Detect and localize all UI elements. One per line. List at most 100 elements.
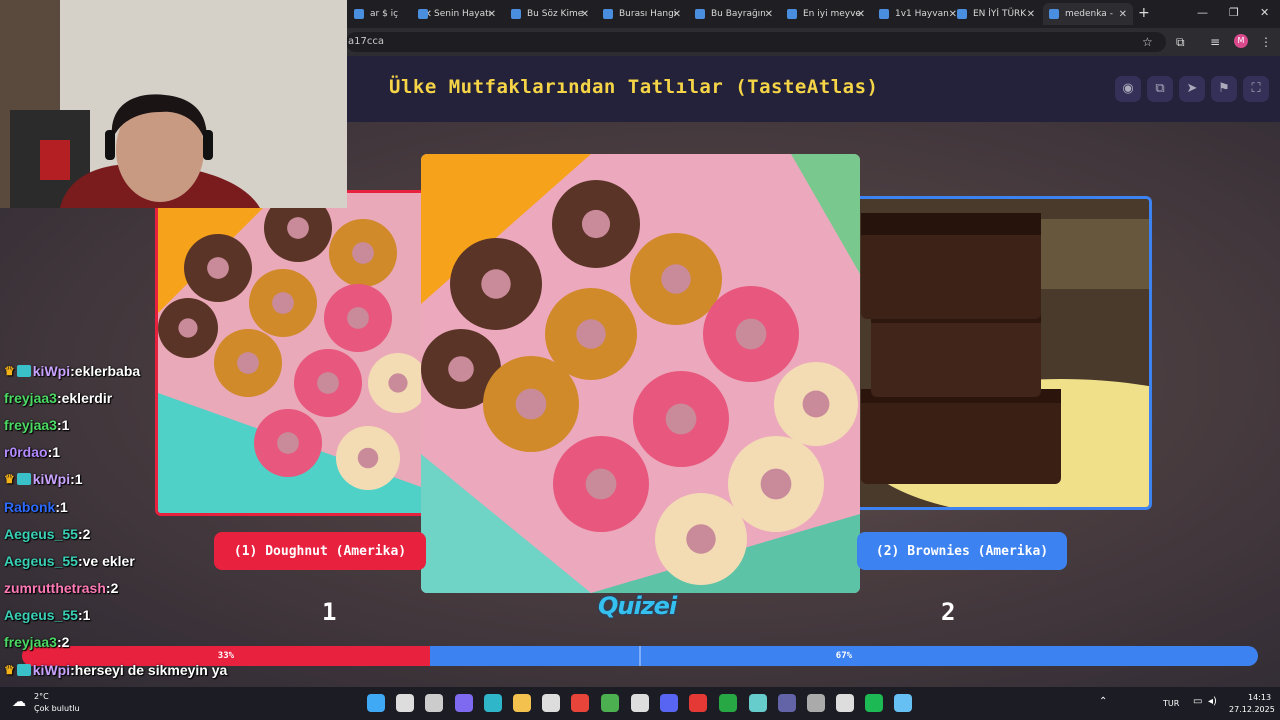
chat-username[interactable]: Aegeus_55 <box>4 553 78 569</box>
eye-icon[interactable]: ◉ <box>1115 76 1141 102</box>
crown-badge-icon: ♛ <box>4 472 15 487</box>
browser-tab[interactable]: medenka - ✕ <box>1043 3 1133 25</box>
capcut-icon[interactable] <box>631 694 649 712</box>
flag-icon[interactable]: ⚑ <box>1211 76 1237 102</box>
discord-icon[interactable] <box>660 694 678 712</box>
subscriber-badge-icon <box>16 663 31 676</box>
tab-label: Bu Söz Kime <box>527 9 584 19</box>
quizei-logo: Quizei <box>598 592 677 620</box>
browser-tab[interactable]: 1v1 Hayvan ✕ <box>873 3 963 25</box>
app-icon[interactable] <box>807 694 825 712</box>
chat-message: ♛ kiWpi: herseyi de sikmeyin ya <box>4 656 304 683</box>
doughnut-hole <box>388 373 408 393</box>
tab-close-icon[interactable]: ✕ <box>1119 9 1127 20</box>
new-tab-button[interactable]: + <box>1138 5 1150 21</box>
extensions-icon[interactable]: ⧉ <box>1176 35 1185 50</box>
tab-favicon-icon <box>511 9 521 19</box>
minimize-icon[interactable]: — <box>1197 6 1208 19</box>
search-icon[interactable] <box>396 694 414 712</box>
tab-close-icon[interactable]: ✕ <box>1027 9 1035 20</box>
chat-username[interactable]: kiWpi <box>33 471 70 487</box>
volume-icon[interactable]: ◂) <box>1208 696 1217 707</box>
weather-cloud-icon[interactable]: ☁ <box>12 694 26 710</box>
browser-tab[interactable]: Burası Hangi ✕ <box>597 3 687 25</box>
browser-menu-icon[interactable]: ⋮ <box>1260 35 1272 49</box>
browser-tab[interactable]: En iyi meyve ✕ <box>781 3 871 25</box>
chat-username[interactable]: Aegeus_55 <box>4 526 78 542</box>
obs-icon[interactable] <box>836 694 854 712</box>
doughnut-hole <box>576 319 606 349</box>
language-indicator[interactable]: TUR <box>1163 699 1179 708</box>
browser-tab[interactable]: Senin Hayatı ✕ <box>412 3 502 25</box>
option-right-image[interactable] <box>848 196 1152 510</box>
close-window-icon[interactable]: ✕ <box>1260 6 1269 19</box>
bookmark-star-icon[interactable]: ☆ <box>1142 35 1153 49</box>
restore-icon[interactable]: ❐ <box>1229 6 1239 19</box>
chat-username[interactable]: kiWpi <box>33 662 70 678</box>
copy-link-icon[interactable]: ⧉ <box>1147 76 1173 102</box>
doughnut-hole <box>178 318 198 338</box>
doughnut-hole <box>665 403 697 435</box>
profile-avatar[interactable]: M <box>1234 34 1248 48</box>
chat-username[interactable]: freyjaa3 <box>4 390 57 406</box>
file-explorer-icon[interactable] <box>513 694 531 712</box>
network-icon[interactable]: ▭ <box>1193 696 1202 707</box>
doughnut-box-closeup-image <box>421 154 860 593</box>
vote-percent-right: 67% <box>835 651 853 661</box>
chat-text: 1 <box>61 416 70 433</box>
tab-close-icon[interactable]: ✕ <box>857 9 865 20</box>
chat-message: Aegeus_55: 1 <box>4 602 304 629</box>
clock-time[interactable]: 14:13 <box>1248 693 1271 702</box>
edge-icon[interactable] <box>484 694 502 712</box>
chat-message: Aegeus_55: ve ekler <box>4 547 304 574</box>
chat-username[interactable]: Aegeus_55 <box>4 607 78 623</box>
teams-icon[interactable] <box>778 694 796 712</box>
chrome-icon[interactable] <box>571 694 589 712</box>
copilot-icon[interactable] <box>455 694 473 712</box>
chat-text: herseyi de sikmeyin ya <box>74 661 228 678</box>
page-title: Ülke Mutfaklarından Tatlılar (TasteAtlas… <box>389 76 879 98</box>
spotify-icon[interactable] <box>865 694 883 712</box>
chat-username[interactable]: freyjaa3 <box>4 417 57 433</box>
doughnut-hole <box>317 372 339 394</box>
tray-chevron-icon[interactable]: ⌃ <box>1099 696 1107 707</box>
tab-favicon-icon <box>354 9 364 19</box>
tab-close-icon[interactable]: ✕ <box>673 9 681 20</box>
youtube-icon[interactable] <box>689 694 707 712</box>
clock-date[interactable]: 27.12.2025 <box>1229 705 1275 714</box>
stream-chat: ♛ kiWpi: eklerbaba freyjaa3: eklerdir freyj… <box>4 357 304 683</box>
store-icon[interactable] <box>542 694 560 712</box>
fullscreen-icon[interactable]: ⛶ <box>1243 76 1269 102</box>
start-icon[interactable] <box>367 694 385 712</box>
send-icon[interactable]: ➤ <box>1179 76 1205 102</box>
tab-close-icon[interactable]: ✕ <box>488 9 496 20</box>
xbox-icon[interactable] <box>719 694 737 712</box>
browser-tab[interactable]: Bu Söz Kime ✕ <box>505 3 595 25</box>
media-controls-icon[interactable]: ≡ <box>1210 35 1220 49</box>
chat-username[interactable]: r0rdao <box>4 444 48 460</box>
chat-text: 2 <box>61 634 70 651</box>
chat-message: r0rdao: 1 <box>4 439 304 466</box>
chat-username[interactable]: zumrutthetrash <box>4 580 106 596</box>
tab-label: En iyi meyve <box>803 9 861 19</box>
url-field[interactable]: a17cca <box>346 32 1166 52</box>
tab-label: EN İYİ TÜRK <box>973 9 1027 19</box>
chat-message: freyjaa3: 1 <box>4 411 304 438</box>
chat-username[interactable]: kiWpi <box>33 363 70 379</box>
browser-tab[interactable]: EN İYİ TÜRK ✕ <box>951 3 1041 25</box>
featured-option-image[interactable] <box>421 154 860 593</box>
tab-close-icon[interactable]: ✕ <box>581 9 589 20</box>
webcam-overlay <box>0 0 347 208</box>
steam-icon[interactable] <box>894 694 912 712</box>
option-right-number: 2 <box>941 598 956 626</box>
chat-username[interactable]: freyjaa3 <box>4 634 57 650</box>
minecraft-icon[interactable] <box>601 694 619 712</box>
chat-username[interactable]: Rabonk <box>4 499 55 515</box>
task-view-icon[interactable] <box>425 694 443 712</box>
app-icon[interactable] <box>749 694 767 712</box>
doughnut-hole <box>581 209 611 239</box>
tab-label: Burası Hangi <box>619 9 677 19</box>
browser-tab[interactable]: Bu Bayrağın ✕ <box>689 3 779 25</box>
option-right-label[interactable]: (2) Brownies (Amerika) <box>857 532 1067 570</box>
tab-close-icon[interactable]: ✕ <box>765 9 773 20</box>
